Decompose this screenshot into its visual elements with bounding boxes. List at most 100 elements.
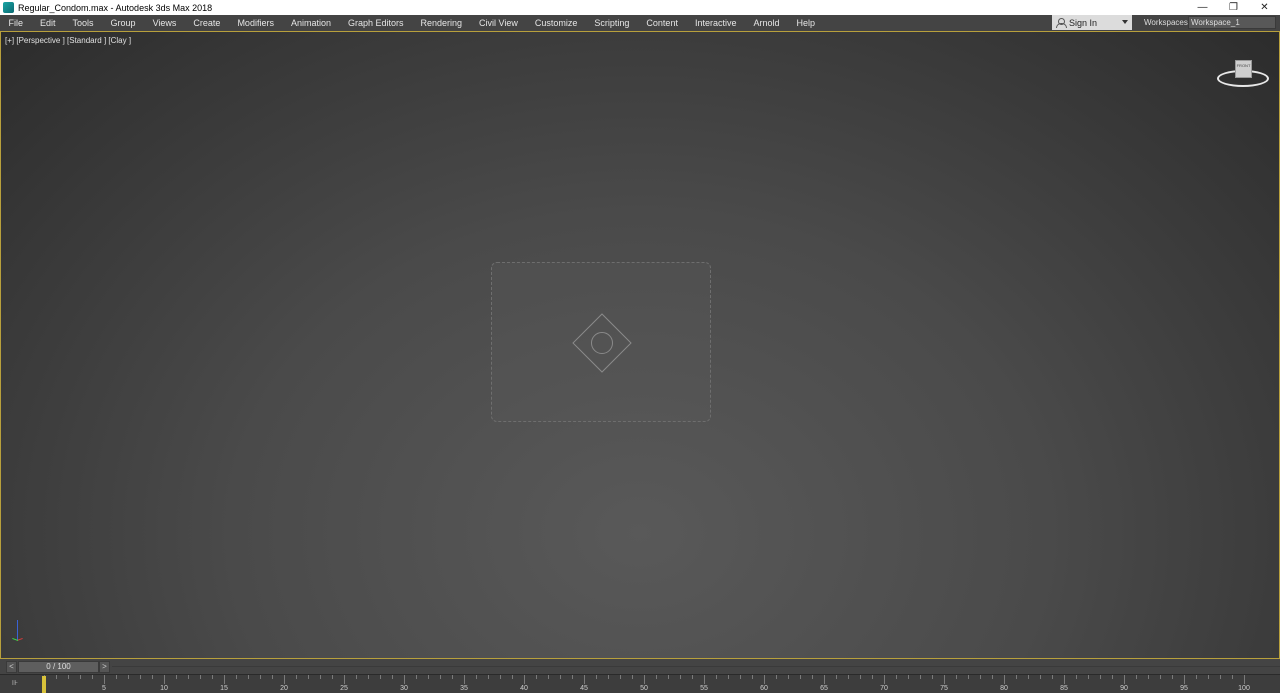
menu-tools[interactable]: Tools: [64, 18, 102, 28]
ruler-tick-label: 75: [940, 685, 948, 692]
menu-views[interactable]: Views: [144, 18, 185, 28]
ruler-tick: [944, 675, 945, 684]
ruler-tick-label: 100: [1238, 685, 1250, 692]
window-controls: — ❐ ✕: [1187, 0, 1280, 15]
ruler-tick: [152, 675, 153, 679]
ruler-tick: [908, 675, 909, 679]
time-slider-track[interactable]: [112, 666, 1280, 667]
ruler-tick: [956, 675, 957, 679]
ruler-tick: [1040, 675, 1041, 679]
menu-scripting[interactable]: Scripting: [586, 18, 638, 28]
workspace-select[interactable]: Workspace_1: [1188, 16, 1276, 29]
viewcube[interactable]: FRONT: [1215, 56, 1271, 92]
time-slider-thumb[interactable]: 0 / 100: [18, 661, 99, 673]
ruler-tick: [1244, 675, 1245, 684]
ruler-tick-label: 10: [160, 685, 168, 692]
ruler-tick: [692, 675, 693, 679]
ruler-tick: [260, 675, 261, 679]
ruler-tick: [320, 675, 321, 679]
ruler-tick: [608, 675, 609, 679]
frame-ruler[interactable]: 5 10 15 20 25 30 35 40 45 50 55 60 65 70 75 80 85 90 95 100: [44, 675, 1250, 693]
window-title: Regular_Condom.max - Autodesk 3ds Max 20…: [18, 2, 213, 13]
ruler-tick-label: 15: [220, 685, 228, 692]
ruler-tick: [632, 675, 633, 679]
ruler-tick: [896, 675, 897, 679]
menu-edit[interactable]: Edit: [32, 18, 65, 28]
ruler-tick: [824, 675, 825, 684]
ruler-tick: [356, 675, 357, 679]
ruler-tick: [140, 675, 141, 679]
viewcube-face[interactable]: FRONT: [1235, 60, 1252, 78]
ruler-tick: [1172, 675, 1173, 679]
ruler-tick-label: 55: [700, 685, 708, 692]
ruler-tick: [212, 675, 213, 679]
ruler-tick: [704, 675, 705, 684]
ruler-tick: [920, 675, 921, 679]
ruler-tick: [272, 675, 273, 679]
ruler-tick: [548, 675, 549, 679]
ruler-tick: [668, 675, 669, 679]
menu-interactive[interactable]: Interactive: [686, 18, 745, 28]
ruler-tick: [788, 675, 789, 679]
menu-group[interactable]: Group: [102, 18, 144, 28]
ruler-tick: [464, 675, 465, 684]
menu-animation[interactable]: Animation: [282, 18, 339, 28]
viewport-label[interactable]: [+] [Perspective ] [Standard ] [Clay ]: [5, 36, 131, 45]
scene-object-placeholder[interactable]: [491, 262, 711, 422]
menu-content[interactable]: Content: [638, 18, 687, 28]
current-frame-marker[interactable]: [42, 676, 46, 693]
minimize-button[interactable]: —: [1187, 0, 1218, 15]
menu-create[interactable]: Create: [185, 18, 229, 28]
ruler-tick: [1208, 675, 1209, 679]
ruler-tick: [800, 675, 801, 679]
ruler-tick: [92, 675, 93, 679]
perspective-viewport[interactable]: [+] [Perspective ] [Standard ] [Clay ] F…: [0, 31, 1280, 659]
ruler-tick: [884, 675, 885, 684]
previous-frame-button[interactable]: <: [6, 661, 17, 673]
ruler-tick-label: 80: [1000, 685, 1008, 692]
ruler-tick: [860, 675, 861, 679]
ruler-tick: [1184, 675, 1185, 684]
menu-modifiers[interactable]: Modifiers: [229, 18, 283, 28]
ruler-tick: [1232, 675, 1233, 679]
ruler-tick: [452, 675, 453, 679]
menu-graph-editors[interactable]: Graph Editors: [339, 18, 412, 28]
ruler-tick-label: 20: [280, 685, 288, 692]
menu-arnold[interactable]: Arnold: [745, 18, 788, 28]
axis-tripod-icon: [11, 620, 27, 646]
ruler-tick: [248, 675, 249, 679]
ruler-tick: [476, 675, 477, 679]
sign-in-dropdown[interactable]: Sign In: [1052, 15, 1132, 30]
menu-file[interactable]: File: [0, 18, 32, 28]
next-frame-button[interactable]: >: [99, 661, 110, 673]
track-bar[interactable]: ⊪ 5 10 15 20 25 30 35 40 45 50 55 60 65 70 75 80 85 90 95 1…: [0, 674, 1280, 693]
menu-civil-view[interactable]: Civil View: [471, 18, 527, 28]
ruler-tick: [584, 675, 585, 684]
ruler-tick: [1064, 675, 1065, 684]
sign-in-label: Sign In: [1069, 17, 1098, 28]
close-button[interactable]: ✕: [1249, 0, 1280, 15]
menu-customize[interactable]: Customize: [526, 18, 586, 28]
ruler-tick: [536, 675, 537, 679]
ruler-tick: [728, 675, 729, 679]
ruler-tick: [1016, 675, 1017, 679]
mesh-placeholder-icon: [566, 307, 636, 377]
track-bar-filter-icon[interactable]: ⊪: [12, 679, 26, 689]
ruler-tick: [656, 675, 657, 679]
ruler-tick: [1160, 675, 1161, 679]
menu-rendering[interactable]: Rendering: [412, 18, 471, 28]
ruler-tick: [1112, 675, 1113, 679]
ruler-tick: [572, 675, 573, 679]
ruler-tick-label: 25: [340, 685, 348, 692]
ruler-tick-label: 70: [880, 685, 888, 692]
ruler-tick: [416, 675, 417, 679]
ruler-tick: [872, 675, 873, 679]
menu-help[interactable]: Help: [788, 18, 824, 28]
restore-button[interactable]: ❐: [1218, 0, 1249, 15]
workspaces-label: Workspaces:: [1144, 18, 1191, 27]
ruler-tick: [332, 675, 333, 679]
ruler-tick: [932, 675, 933, 679]
ruler-tick-label: 95: [1180, 685, 1188, 692]
ruler-tick: [644, 675, 645, 684]
ruler-tick: [524, 675, 525, 684]
